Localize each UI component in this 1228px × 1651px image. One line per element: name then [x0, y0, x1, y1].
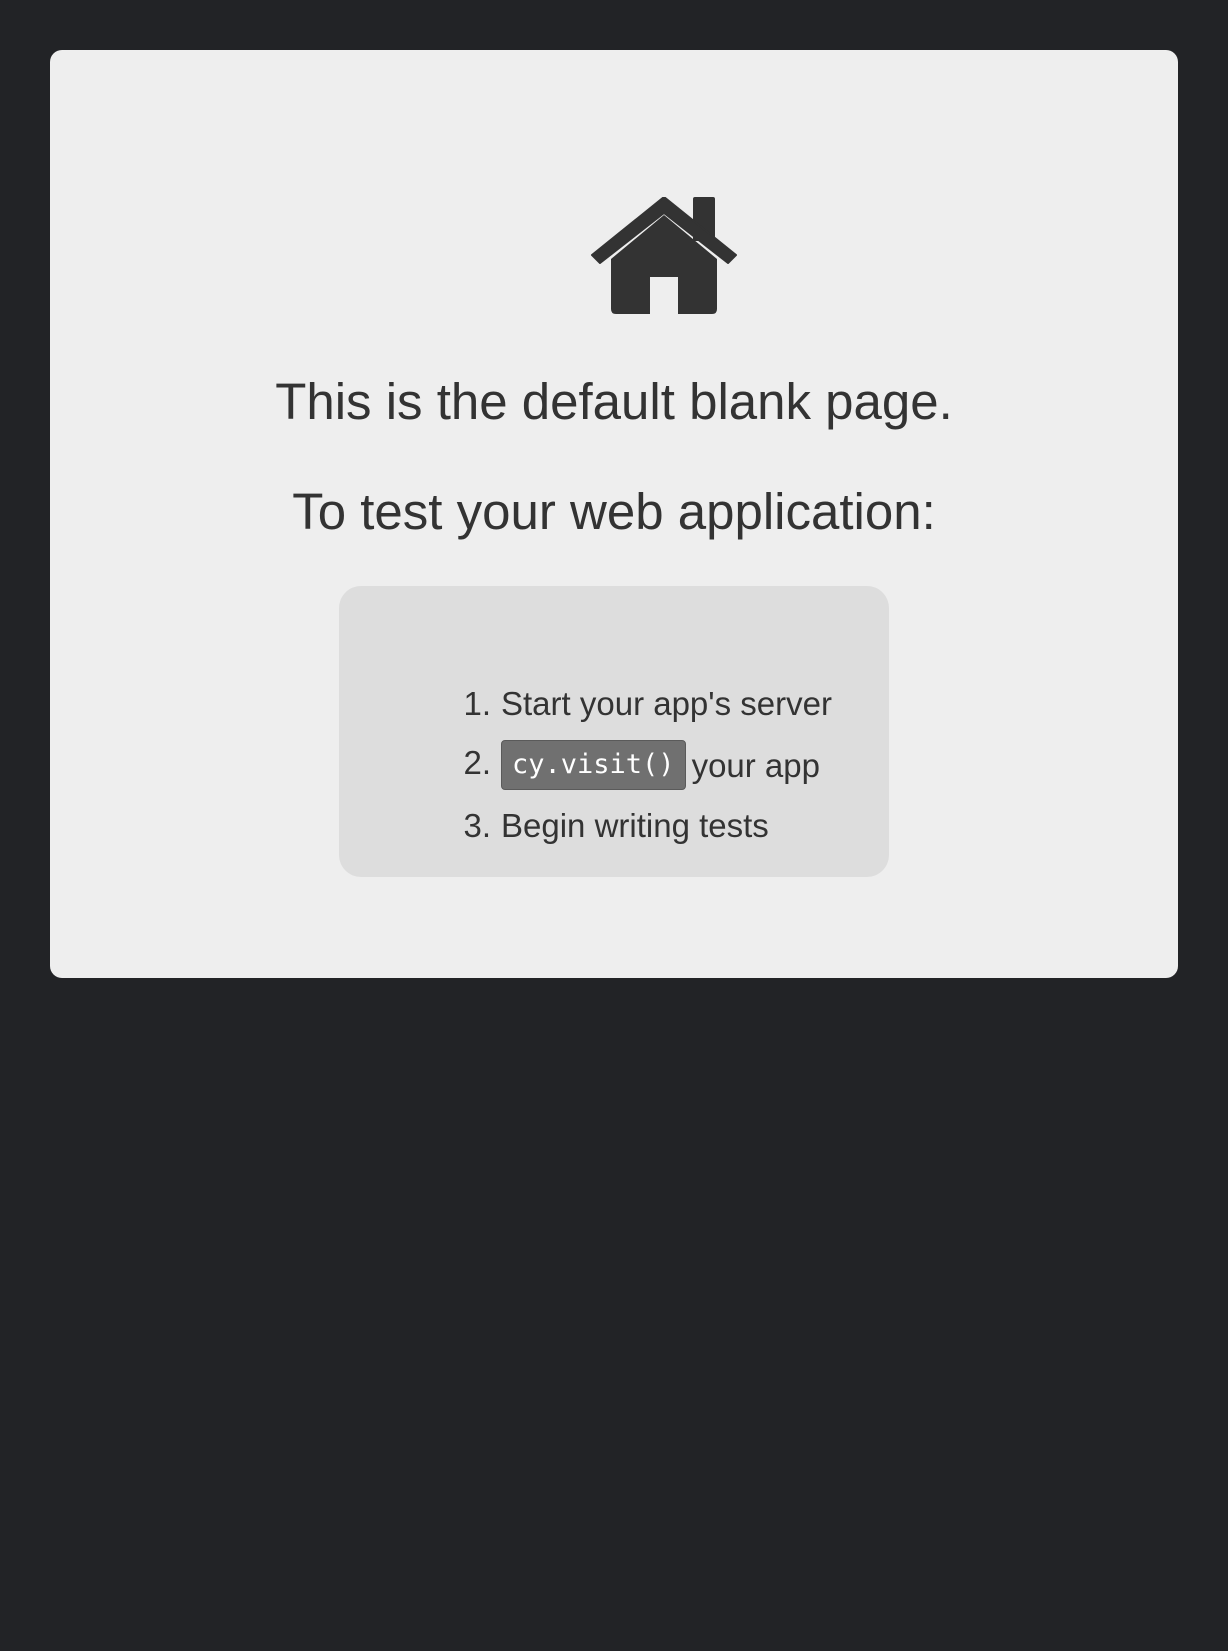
step-text: Begin writing tests: [501, 807, 769, 844]
blank-page-card: This is the default blank page. To test …: [50, 50, 1178, 978]
step-number: 2.: [463, 744, 491, 781]
page-subheading: To test your web application:: [292, 483, 936, 540]
step-number: 3.: [463, 807, 491, 844]
step-body: cy.visit() your app: [501, 740, 820, 793]
page-heading: This is the default blank page.: [275, 373, 953, 430]
step-text: Start your app's server: [501, 685, 832, 722]
home-icon: [589, 197, 739, 317]
step-number: 1.: [463, 685, 491, 722]
cy-visit-code: cy.visit(): [501, 740, 686, 790]
step-text: your app: [691, 746, 820, 784]
